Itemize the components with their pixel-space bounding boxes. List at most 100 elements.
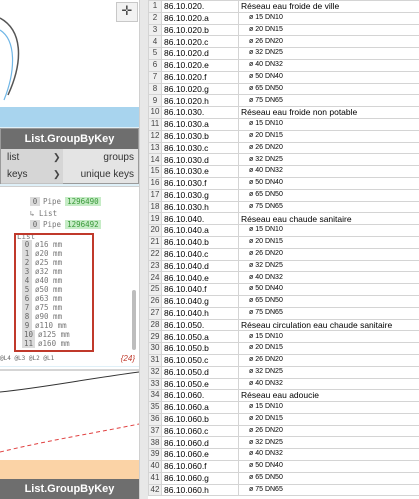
description-cell[interactable]: ø 15 DN10 [238, 224, 419, 237]
description-cell[interactable]: ø 65 DN50 [238, 294, 419, 308]
code-cell[interactable]: 86.10.040.b [161, 235, 239, 249]
row-number[interactable]: 32 [148, 365, 162, 379]
row-number[interactable]: 25 [148, 283, 162, 296]
code-cell[interactable]: 86.10.030.d [161, 153, 239, 167]
description-cell[interactable]: ø 75 DN65 [238, 306, 419, 320]
row-number[interactable]: 26 [148, 294, 162, 308]
sheet-row[interactable]: 22 86.10.040.c ø 26 DN20 [148, 247, 419, 261]
row-number[interactable]: 29 [148, 330, 162, 344]
description-cell[interactable]: ø 20 DN15 [238, 342, 419, 355]
sheet-row[interactable]: 24 86.10.040.e ø 40 DN32 [148, 271, 419, 285]
description-cell[interactable]: Réseau eau chaude sanitaire [238, 212, 419, 226]
spreadsheet[interactable]: 1 86.10.020. Réseau eau froide de ville 2 86… [148, 0, 419, 499]
code-cell[interactable]: 86.10.030.h [161, 200, 239, 214]
sheet-row[interactable]: 25 86.10.040.f ø 50 DN40 [148, 283, 419, 296]
code-cell[interactable]: 86.10.040.g [161, 294, 239, 308]
code-cell[interactable]: 86.10.030.f [161, 176, 239, 190]
row-number[interactable]: 31 [148, 353, 162, 367]
group-by-key-node-2-title[interactable]: List.GroupByKey [0, 479, 139, 499]
code-cell[interactable]: 86.10.060. [161, 389, 239, 403]
description-cell[interactable]: ø 50 DN40 [238, 176, 419, 190]
sheet-row[interactable]: 31 86.10.050.c ø 26 DN20 [148, 353, 419, 367]
row-number[interactable]: 13 [148, 141, 162, 155]
row-number[interactable]: 20 [148, 224, 162, 237]
sheet-row[interactable]: 27 86.10.040.h ø 75 DN65 [148, 306, 419, 320]
sheet-row[interactable]: 9 86.10.020.h ø 75 DN65 [148, 94, 419, 108]
row-number[interactable]: 19 [148, 212, 162, 226]
row-number[interactable]: 2 [148, 11, 162, 25]
sheet-row[interactable]: 29 86.10.050.a ø 15 DN10 [148, 330, 419, 344]
row-number[interactable]: 22 [148, 247, 162, 261]
sheet-row[interactable]: 30 86.10.050.b ø 20 DN15 [148, 342, 419, 355]
sheet-row[interactable]: 38 86.10.060.d ø 32 DN25 [148, 436, 419, 450]
output-port-unique-keys[interactable]: unique keys [81, 166, 134, 183]
row-number[interactable]: 17 [148, 188, 162, 202]
description-cell[interactable]: ø 65 DN50 [238, 82, 419, 96]
input-port-list[interactable]: list ❯ [1, 149, 63, 167]
code-cell[interactable]: 86.10.060.g [161, 471, 239, 485]
code-cell[interactable]: 86.10.030.e [161, 165, 239, 178]
row-number[interactable]: 12 [148, 129, 162, 143]
sheet-row[interactable]: 35 86.10.060.a ø 15 DN10 [148, 401, 419, 414]
code-cell[interactable]: 86.10.020.e [161, 58, 239, 72]
element-id[interactable]: 1296490 [65, 197, 101, 206]
sheet-row[interactable]: 21 86.10.040.b ø 20 DN15 [148, 235, 419, 249]
row-number[interactable]: 39 [148, 448, 162, 462]
row-number[interactable]: 38 [148, 436, 162, 450]
code-cell[interactable]: 86.10.060.d [161, 436, 239, 450]
code-cell[interactable]: 86.10.040.f [161, 283, 239, 296]
description-cell[interactable]: ø 32 DN25 [238, 153, 419, 167]
row-number[interactable]: 36 [148, 412, 162, 426]
description-cell[interactable]: ø 32 DN25 [238, 47, 419, 60]
output-port-groups[interactable]: groups [103, 149, 134, 166]
code-cell[interactable]: 86.10.040.e [161, 271, 239, 285]
sheet-row[interactable]: 32 86.10.050.d ø 32 DN25 [148, 365, 419, 379]
code-cell[interactable]: 86.10.020.b [161, 23, 239, 37]
row-number[interactable]: 33 [148, 377, 162, 391]
code-cell[interactable]: 86.10.020.d [161, 47, 239, 60]
group-header-blue[interactable] [0, 107, 139, 127]
row-number[interactable]: 42 [148, 483, 162, 497]
code-cell[interactable]: 86.10.050.b [161, 342, 239, 355]
sheet-row[interactable]: 16 86.10.030.f ø 50 DN40 [148, 176, 419, 190]
code-cell[interactable]: 86.10.060.a [161, 401, 239, 414]
sheet-row[interactable]: 14 86.10.030.d ø 32 DN25 [148, 153, 419, 167]
sheet-row[interactable]: 37 86.10.060.c ø 26 DN20 [148, 424, 419, 438]
sheet-row[interactable]: 28 86.10.050. Réseau circulation eau chaud… [148, 318, 419, 332]
sheet-row[interactable]: 39 86.10.060.e ø 40 DN32 [148, 448, 419, 462]
row-number[interactable]: 10 [148, 106, 162, 119]
sheet-row[interactable]: 17 86.10.030.g ø 65 DN50 [148, 188, 419, 202]
sheet-row[interactable]: 20 86.10.040.a ø 15 DN10 [148, 224, 419, 237]
row-number[interactable]: 28 [148, 318, 162, 332]
sheet-row[interactable]: 4 86.10.020.c ø 26 DN20 [148, 35, 419, 49]
sheet-row[interactable]: 26 86.10.040.g ø 65 DN50 [148, 294, 419, 308]
code-cell[interactable]: 86.10.030.c [161, 141, 239, 155]
code-cell[interactable]: 86.10.060.c [161, 424, 239, 438]
description-cell[interactable]: Réseau eau froide de ville [238, 0, 419, 13]
row-number[interactable]: 3 [148, 23, 162, 37]
description-cell[interactable]: ø 26 DN20 [238, 424, 419, 438]
description-cell[interactable]: ø 32 DN25 [238, 436, 419, 450]
row-number[interactable]: 40 [148, 460, 162, 473]
code-cell[interactable]: 86.10.030.b [161, 129, 239, 143]
sheet-row[interactable]: 7 86.10.020.f ø 50 DN40 [148, 70, 419, 84]
row-number[interactable]: 8 [148, 82, 162, 96]
sheet-row[interactable]: 2 86.10.020.a ø 15 DN10 [148, 11, 419, 25]
row-number[interactable]: 1 [148, 0, 162, 13]
code-cell[interactable]: 86.10.030.a [161, 117, 239, 131]
row-number[interactable]: 11 [148, 117, 162, 131]
input-port-keys[interactable]: keys ❯ [1, 166, 63, 184]
sheet-row[interactable]: 15 86.10.030.e ø 40 DN32 [148, 165, 419, 178]
code-cell[interactable]: 86.10.030.g [161, 188, 239, 202]
row-number[interactable]: 7 [148, 70, 162, 84]
row-number[interactable]: 27 [148, 306, 162, 320]
description-cell[interactable]: Réseau eau froide non potable [238, 106, 419, 119]
element-id[interactable]: 1296492 [65, 220, 101, 229]
code-cell[interactable]: 86.10.040.c [161, 247, 239, 261]
row-number[interactable]: 16 [148, 176, 162, 190]
group-by-key-node[interactable]: List.GroupByKey list ❯ groups keys ❯ uni… [0, 128, 139, 184]
row-number[interactable]: 9 [148, 94, 162, 108]
description-cell[interactable]: ø 75 DN65 [238, 483, 419, 497]
code-cell[interactable]: 86.10.050.e [161, 377, 239, 391]
description-cell[interactable]: ø 20 DN15 [238, 235, 419, 249]
